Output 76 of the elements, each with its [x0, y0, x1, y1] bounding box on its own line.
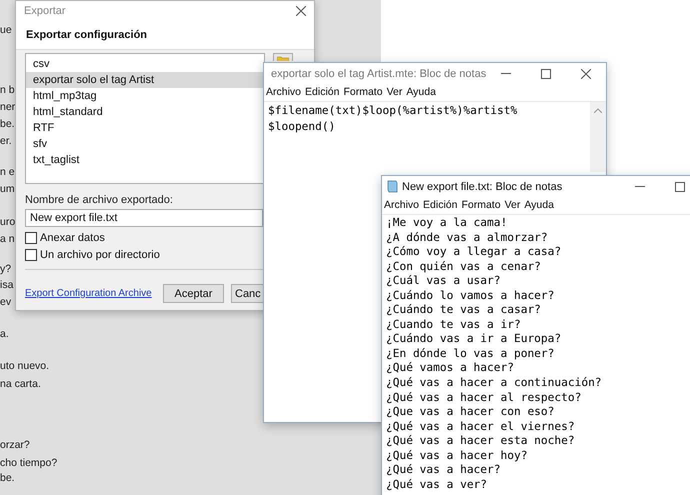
text-line: ¿Cuándo lo vamos a hacer?	[386, 288, 556, 304]
scrollbar[interactable]	[590, 102, 606, 172]
menu-item[interactable]: Ayuda	[406, 86, 436, 98]
checkbox[interactable]	[25, 249, 37, 261]
document-text: ev	[0, 295, 12, 309]
list-item[interactable]: html_standard	[26, 104, 264, 120]
field-label: Nombre de archivo exportado:	[25, 194, 174, 206]
checkbox[interactable]	[25, 232, 37, 244]
document-text: be.	[0, 471, 15, 485]
document-text: ue	[0, 23, 12, 37]
menu-item[interactable]: Formato	[343, 86, 383, 98]
document-text: n e	[0, 165, 15, 179]
text-line: ¿Que vas a hacer con eso?	[386, 405, 556, 420]
document-text: y?	[0, 262, 12, 276]
text-line: ¡Me voy a la cama!	[386, 216, 508, 231]
menu-item[interactable]: Ver	[386, 86, 402, 98]
minimize-icon[interactable]	[501, 73, 512, 74]
document-text: uto nuevo.	[0, 359, 50, 373]
document-text: uro	[0, 215, 16, 229]
document-text: er.	[0, 134, 12, 148]
document-text: a n	[0, 232, 15, 246]
document-text: um	[0, 182, 15, 196]
text-line: ¿Qué vas a hacer el viernes?	[386, 420, 576, 434]
filename-field[interactable]: New export file.txt	[25, 209, 263, 227]
dialog-button[interactable]: Aceptar	[163, 284, 224, 303]
close-icon[interactable]	[296, 6, 306, 16]
text-line: ¿Cuándo vas a ir a Europa?	[386, 332, 562, 347]
list-item[interactable]: sfv	[26, 136, 264, 152]
text-line: ¿Cuándo te vas a casar?	[386, 303, 542, 318]
menu-item[interactable]: Edición	[305, 86, 340, 98]
document-text: be.	[0, 117, 15, 131]
text-line: ¿Qué vamos a hacer?	[386, 361, 515, 376]
text-line: ¿Cómo voy a llegar a casa?	[386, 245, 562, 260]
text-line: ¿Cuando te vas a ir?	[386, 318, 522, 332]
notepad-icon	[386, 180, 399, 193]
text-line: ¿Con quién vas a cenar?	[386, 260, 542, 274]
list-item[interactable]: csv	[26, 56, 264, 72]
menu-item[interactable]: Ayuda	[524, 199, 554, 211]
archive-link[interactable]: Export Configuration Archive	[25, 288, 163, 299]
menu-item[interactable]: Edición	[423, 199, 458, 211]
dialog-button[interactable]: Canc	[231, 284, 263, 303]
maximize-icon[interactable]	[541, 68, 552, 78]
dialog-title: Exportar	[24, 5, 66, 17]
maximize-icon[interactable]	[675, 182, 685, 192]
menu-item[interactable]: Archivo	[384, 199, 420, 211]
list-item[interactable]: txt_taglist	[26, 152, 264, 168]
window-title: exportar solo el tag Artist.mte: Bloc de notas	[271, 68, 486, 80]
window-title: New export file.txt: Bloc de notas	[402, 180, 564, 192]
list-item[interactable]: exportar solo el tag Artist	[26, 72, 264, 88]
dialog-heading: Exportar configuración	[26, 29, 148, 41]
document-text: a.	[0, 327, 9, 341]
document-text: cho tiempo?	[0, 456, 58, 470]
document-text: ner	[0, 100, 16, 114]
text-line: ¿Qué vas a hacer al respecto?	[386, 390, 582, 406]
document-text: orzar?	[0, 438, 30, 452]
text-line: ¿Qué vas a ver?	[386, 478, 488, 492]
text-line: ¿Qué vas a hacer hoy?	[386, 448, 528, 464]
document-text: isa	[0, 278, 14, 292]
checkbox-label: Un archivo por directorio	[40, 249, 160, 261]
text-line: ¿En dónde lo vas a poner?	[386, 346, 556, 362]
menu-item[interactable]: Archivo	[266, 86, 302, 98]
checkbox-label: Anexar datos	[40, 232, 105, 244]
menu-item[interactable]: Ver	[504, 199, 520, 211]
text-line: $filename(txt)$loop(%artist%)%artist%	[268, 103, 518, 119]
text-line: ¿Qué vas a hacer?	[386, 463, 502, 478]
document-text: na carta.	[0, 377, 41, 391]
text-line: ¿Cuál vas a usar?	[386, 274, 502, 289]
text-line: ¿Qué vas a hacer esta noche?	[386, 434, 576, 449]
document-text: n b	[0, 83, 15, 97]
text-line: ¿Qué vas a hacer a continuación?	[386, 376, 603, 391]
menu-item[interactable]: Formato	[461, 199, 501, 211]
list-item[interactable]: html_mp3tag	[26, 88, 264, 104]
text-line: $loopend()	[268, 119, 336, 135]
list-item[interactable]: RTF	[26, 120, 264, 136]
close-icon[interactable]	[581, 68, 592, 78]
text-line: ¿A dónde vas a almorzar?	[386, 230, 549, 246]
